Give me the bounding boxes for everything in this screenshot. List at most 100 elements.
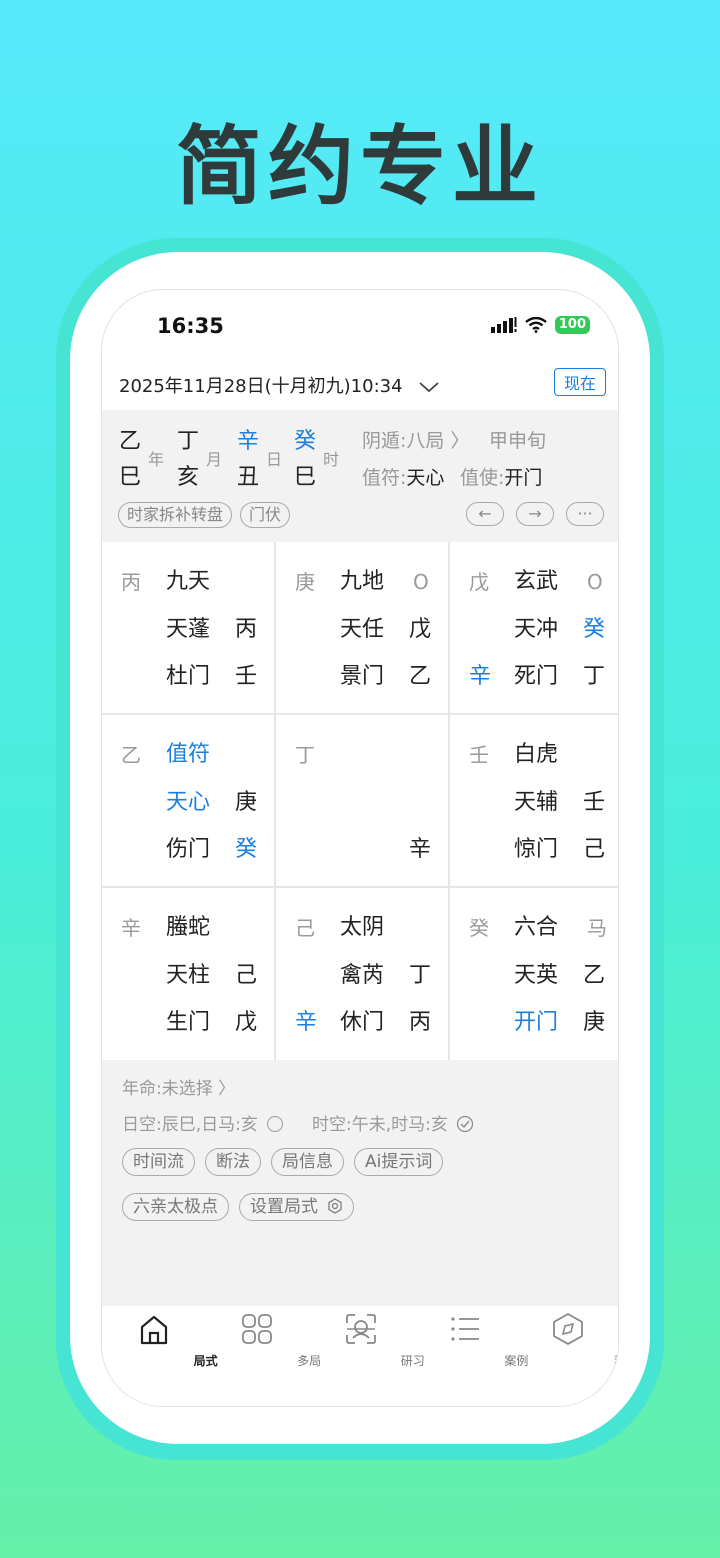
palace-3[interactable]: 戊 玄武 O 辛天冲癸死门丁: [450, 542, 618, 713]
palace-8[interactable]: 己 太阴辛禽芮丁休门丙: [276, 888, 448, 1060]
palace-7[interactable]: 辛 螣蛇 天柱己生门戊: [102, 888, 274, 1060]
palace-1[interactable]: 丙九天 天蓬丙杜门壬: [102, 542, 274, 713]
home-icon: [140, 1315, 167, 1345]
bottom-tags-row1: 时间流 断法 局信息 Ai提示词: [122, 1148, 444, 1176]
zhishi: 值使:开门: [460, 467, 543, 489]
settings-button[interactable]: 设置局式: [239, 1193, 355, 1221]
pillar-2: 辛丑: [237, 424, 259, 496]
palace-god: 值符: [166, 742, 211, 767]
palace-mark: O: [587, 570, 603, 594]
signal-icon: [490, 317, 517, 333]
palace-door-stem: 丙: [409, 1010, 432, 1035]
palace-door-stem: 庚: [583, 1010, 606, 1035]
date-bar: 2025年11月28日(十月初九)10:34 现在: [102, 360, 618, 410]
tab-0[interactable]: 局式: [102, 1306, 218, 1406]
method-button[interactable]: 断法: [205, 1148, 261, 1176]
palace-star: 天柱: [166, 963, 211, 988]
palace-door-stem: 戊: [235, 1010, 258, 1035]
palace-door-stem: 己: [583, 837, 606, 862]
dun-text: 阴遁:八局: [362, 430, 445, 452]
date-selector[interactable]: 2025年11月28日(十月初九)10:34: [119, 372, 440, 398]
tab-1[interactable]: 多局: [206, 1306, 321, 1406]
timeline-button[interactable]: 时间流: [122, 1148, 195, 1176]
palace-door-stem: 乙: [409, 664, 432, 689]
palace-stem: 丙: [121, 570, 141, 594]
palace-side: 辛: [469, 664, 492, 689]
palace-door: 死门: [514, 664, 559, 689]
pillar-stem: 乙: [119, 429, 142, 454]
palace-door: 伤门: [166, 837, 211, 862]
palace-door: 惊门: [514, 837, 559, 862]
palace-4[interactable]: 乙 值符 天心庚伤门癸: [102, 715, 274, 886]
app-screen: 16:35 100 2025年11月28日(十月初九)10:34 现在 乙巳年丁…: [101, 289, 619, 1407]
palace-god: 玄武: [514, 569, 559, 594]
palace-door-stem: 壬: [235, 664, 258, 689]
chevron-down-icon: [419, 382, 439, 393]
palace-stem: 壬: [469, 743, 489, 767]
palace-god: 太阴: [340, 915, 385, 940]
palace-star: 天辅: [514, 790, 559, 815]
pillar-branch: 巳: [119, 465, 142, 490]
palace-9[interactable]: 癸 六合 马天英乙开门庚: [450, 888, 618, 1060]
now-button[interactable]: 现在: [553, 368, 606, 396]
palace-god: 白虎: [514, 742, 559, 767]
tag-menfu[interactable]: 门伏: [240, 502, 291, 528]
pillar-stem: 丁: [177, 429, 200, 454]
pillar-label: 年: [148, 450, 165, 469]
palace-2[interactable]: 庚 九地 O 天任戊景门乙: [276, 542, 448, 713]
palace-god: 九天: [166, 569, 211, 594]
palace-door: 生门: [166, 1010, 211, 1035]
tab-bar: 局式多局研习案例 我: [102, 1306, 618, 1406]
palace-5[interactable]: 丁辛: [276, 715, 448, 886]
gear-icon: [328, 1198, 343, 1214]
ai-prompt-button[interactable]: Ai提示词: [354, 1148, 444, 1176]
palace-star: 天心: [166, 790, 211, 815]
tab-label: 我: [568, 1352, 618, 1369]
palace-star-stem: 丁: [409, 963, 432, 988]
battery-icon: 100: [554, 316, 590, 334]
status-time: 16:35: [157, 314, 224, 338]
tag-chaibu[interactable]: 时家拆补转盘: [118, 502, 233, 528]
tab-2[interactable]: 研习: [309, 1306, 425, 1406]
pillar-label: 月: [206, 450, 223, 469]
palace-god: 九地: [340, 569, 385, 594]
check-circle-icon[interactable]: [456, 1115, 474, 1133]
palace-star-stem: 戊: [409, 617, 432, 642]
prev-button[interactable]: ←: [466, 502, 504, 526]
palace-god: 螣蛇: [166, 915, 211, 940]
compass-icon: [553, 1312, 584, 1346]
grid-icon: [242, 1314, 273, 1344]
palace-star: 禽芮: [340, 963, 385, 988]
liuqin-button[interactable]: 六亲太极点: [122, 1193, 229, 1221]
palace-door: 开门: [514, 1010, 559, 1035]
palace-star: 天冲: [514, 617, 559, 642]
pillar-label: 日: [266, 450, 283, 469]
dun-link[interactable]: 阴遁:八局 〉: [362, 426, 469, 453]
nianming-link[interactable]: 年命:未选择 〉: [122, 1074, 235, 1099]
pillar-branch: 丑: [237, 465, 260, 490]
palace-stem: 己: [295, 916, 315, 940]
palace-star: 天英: [514, 963, 559, 988]
palace-star-stem: 庚: [235, 790, 258, 815]
list-icon: [450, 1317, 479, 1341]
ju-info-button[interactable]: 局信息: [271, 1148, 344, 1176]
tab-3[interactable]: 案例: [413, 1306, 528, 1406]
ju-tags: 时家拆补转盘 门伏: [118, 502, 291, 528]
zhifu: 值符:天心: [362, 467, 445, 489]
palace-door-stem: 辛: [409, 837, 432, 862]
scan-icon: [346, 1314, 376, 1344]
next-button[interactable]: →: [516, 502, 554, 526]
date-text: 2025年11月28日(十月初九)10:34: [119, 376, 403, 397]
circle-icon[interactable]: [266, 1115, 284, 1133]
rikong-text: 日空:辰巳,日马:亥: [122, 1110, 284, 1135]
more-button[interactable]: ···: [566, 502, 604, 526]
pillar-label: 时: [323, 450, 340, 469]
bottom-panel: 年命:未选择 〉 日空:辰巳,日马:亥 时空:午未,时马:亥 时间流 断法 局信…: [102, 1060, 618, 1306]
palace-god: 六合: [514, 915, 559, 940]
pillar-branch: 巳: [294, 465, 317, 490]
tab-4[interactable]: 我: [516, 1306, 618, 1406]
palace-grid: 丙九天 天蓬丙杜门壬庚九地 O 天任戊景门乙戊玄武 O 辛天冲癸死门丁乙值符 天心庚伤门癸丁…: [102, 542, 618, 1060]
palace-6[interactable]: 壬白虎 天辅壬惊门己: [450, 715, 618, 886]
palace-door: 景门: [340, 664, 385, 689]
palace-stem: 戊: [469, 570, 489, 594]
